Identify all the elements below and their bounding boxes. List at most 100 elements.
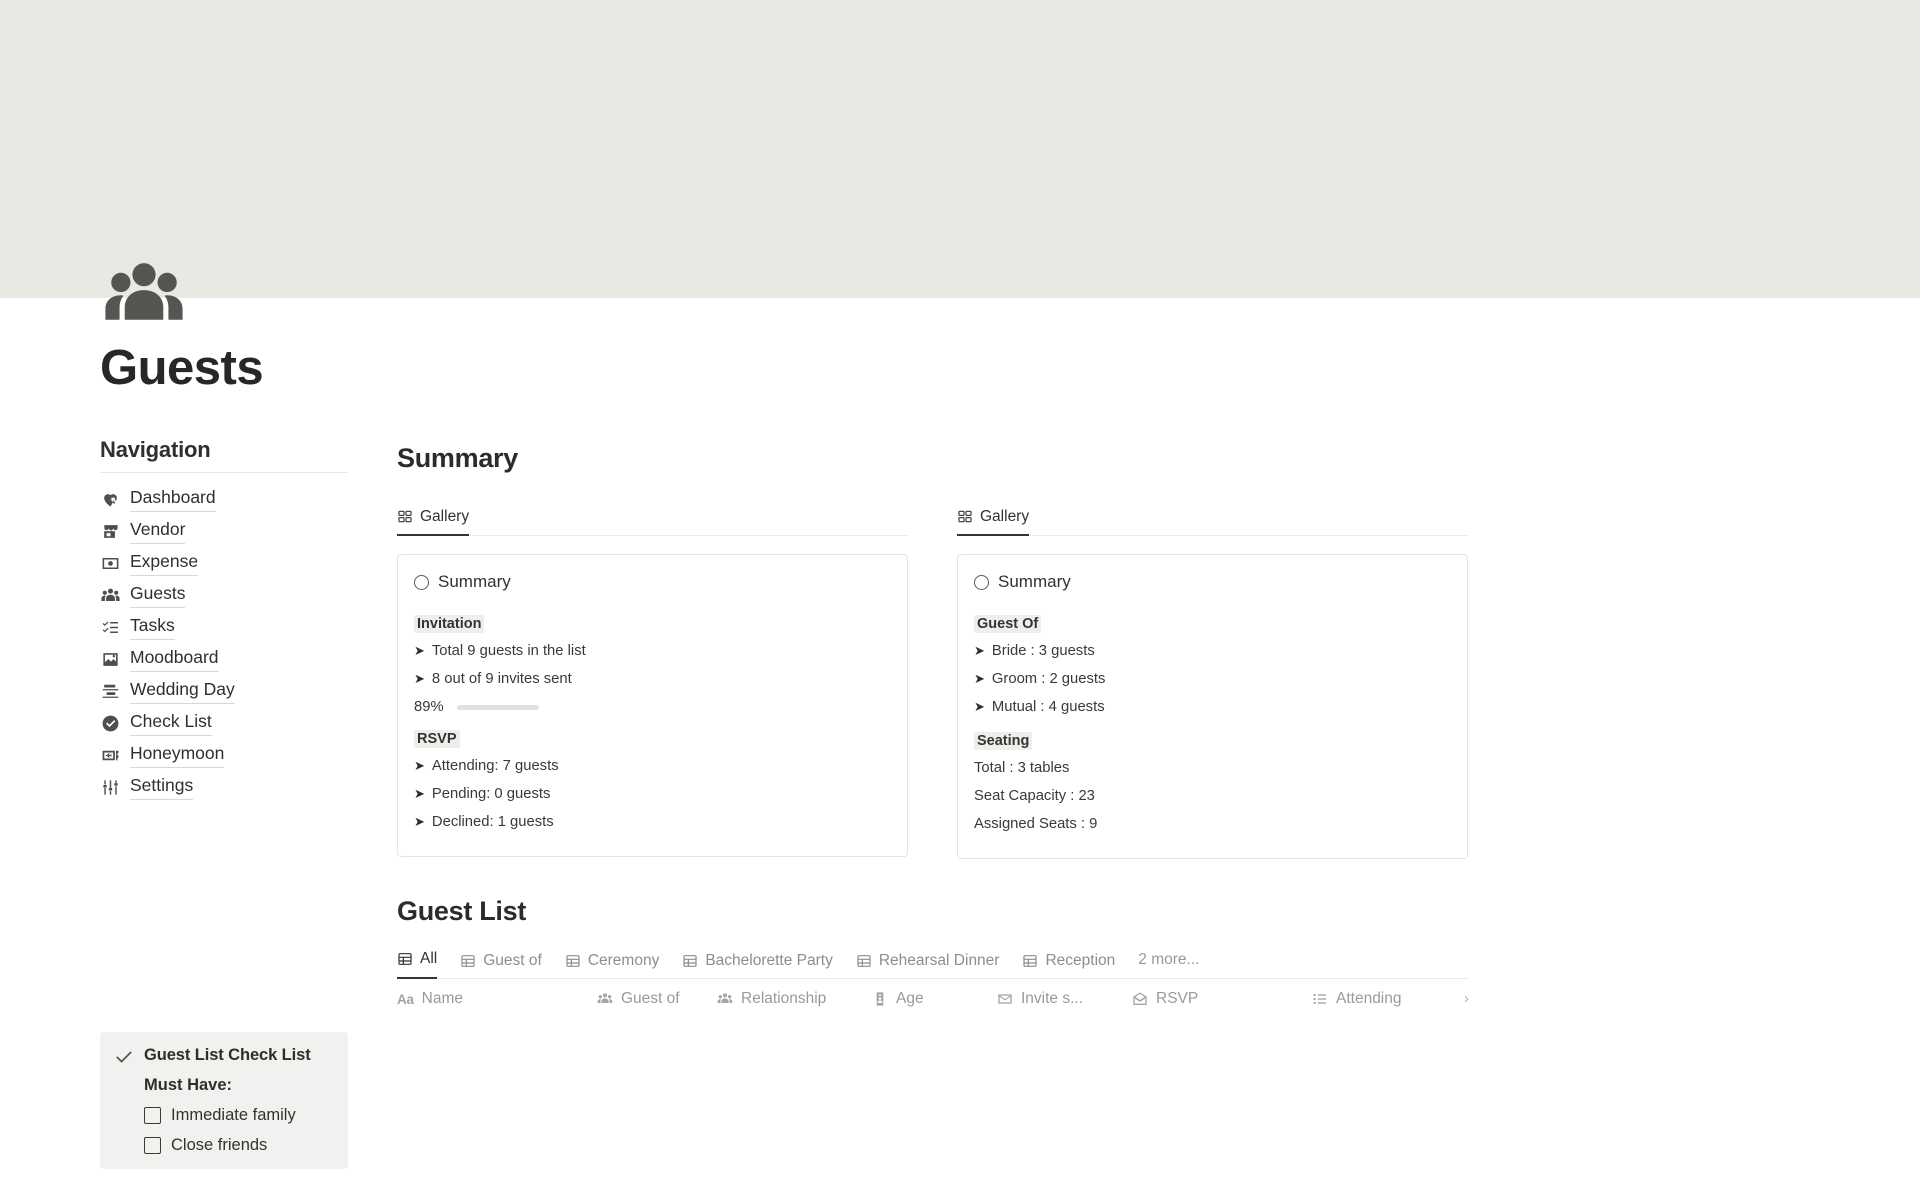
column-header-relationship[interactable]: Relationship	[717, 990, 872, 1008]
summary-gallery-left: Gallery Summary Invitation ➤ Total 9 gue…	[397, 503, 908, 859]
summary-line-text: Groom : 2 guests	[992, 671, 1106, 687]
progress-percent-label: 89%	[414, 699, 444, 715]
checklist-item[interactable]: Immediate family	[144, 1106, 334, 1125]
column-label: Name	[422, 990, 463, 1008]
summary-gallery-right: Gallery Summary Guest Of ➤ Bride : 3 gue…	[957, 503, 1468, 859]
text-aa-icon: Aa	[397, 992, 414, 1007]
people-group-icon	[102, 258, 186, 330]
tab-guest-of[interactable]: Guest of	[460, 952, 542, 979]
envelope-icon	[997, 991, 1013, 1007]
sidebar-item-honeymoon[interactable]: Honeymoon	[100, 739, 348, 771]
column-label: Attending	[1336, 990, 1402, 1008]
invites-progress: 89%	[414, 693, 891, 719]
column-header-name[interactable]: Aa Name	[397, 990, 597, 1008]
summary-line-text: Total 9 guests in the list	[432, 643, 586, 659]
timeline-icon	[100, 681, 121, 702]
navigation-divider	[100, 472, 348, 473]
tab-label: All	[420, 950, 437, 968]
group-tag-seating: Seating	[974, 732, 1032, 750]
summary-line-text: Attending: 7 guests	[432, 758, 559, 774]
tab-label: Bachelorette Party	[705, 952, 833, 970]
column-label: Guest of	[621, 990, 680, 1008]
summary-line: ➤ Bride : 3 guests	[974, 637, 1451, 665]
checklist-item[interactable]: Close friends	[144, 1136, 334, 1155]
sidebar-item-moodboard[interactable]: Moodboard	[100, 643, 348, 675]
page-title: Guests	[100, 340, 263, 396]
sidebar-item-label: Honeymoon	[130, 742, 224, 768]
tabs-more-button[interactable]: 2 more...	[1138, 951, 1199, 978]
sidebar-item-wedding-day[interactable]: Wedding Day	[100, 675, 348, 707]
checklist-icon	[100, 617, 121, 638]
checklist-subheading: Must Have:	[144, 1076, 334, 1095]
summary-line: ➤ Attending: 7 guests	[414, 752, 891, 780]
guest-list-section: Guest List All Guest of Ceremony	[397, 896, 1469, 1019]
sidebar-item-expense[interactable]: Expense	[100, 547, 348, 579]
column-header-age[interactable]: Age	[872, 990, 997, 1008]
checkbox-unchecked[interactable]	[144, 1137, 161, 1154]
tab-label: Reception	[1045, 952, 1115, 970]
sidebar-item-dashboard[interactable]: Dashboard	[100, 483, 348, 515]
column-header-guest-of[interactable]: Guest of	[597, 990, 717, 1008]
summary-line: ➤ Pending: 0 guests	[414, 780, 891, 808]
tab-ceremony[interactable]: Ceremony	[565, 952, 660, 979]
view-tabs: Gallery	[397, 503, 908, 536]
guest-list-title: Guest List	[397, 896, 1469, 927]
column-label: Invite s...	[1021, 990, 1083, 1008]
sidebar-item-label: Settings	[130, 774, 193, 800]
guest-list-view-tabs: All Guest of Ceremony Bachelorette Party	[397, 945, 1469, 979]
column-header-rsvp[interactable]: RSVP	[1132, 990, 1312, 1008]
checklist-title: Guest List Check List	[144, 1046, 311, 1065]
sidebar-item-guests[interactable]: Guests	[100, 579, 348, 611]
sidebar-item-settings[interactable]: Settings	[100, 771, 348, 803]
summary-line-text: Declined: 1 guests	[432, 814, 554, 830]
column-header-invite-sent[interactable]: Invite s...	[997, 990, 1132, 1008]
column-header-attending[interactable]: Attending	[1312, 990, 1472, 1008]
circle-icon	[414, 575, 429, 590]
tab-gallery[interactable]: Gallery	[397, 508, 469, 536]
table-icon	[856, 953, 872, 969]
checklist-item-label: Immediate family	[171, 1106, 296, 1125]
guest-list-checklist-callout: Guest List Check List Must Have: Immedia…	[100, 1032, 348, 1169]
tab-label: Gallery	[420, 508, 469, 526]
people-group-icon	[597, 991, 613, 1007]
sidebar-item-check-list[interactable]: Check List	[100, 707, 348, 739]
money-bill-icon	[100, 553, 121, 574]
summary-card[interactable]: Summary Invitation ➤ Total 9 guests in t…	[397, 554, 908, 857]
tab-all[interactable]: All	[397, 950, 437, 979]
arrow-bullet-icon: ➤	[414, 787, 425, 800]
check-circle-icon	[100, 713, 121, 734]
sidebar-item-label: Check List	[130, 710, 212, 736]
tab-label: Ceremony	[588, 952, 660, 970]
tab-bachelorette-party[interactable]: Bachelorette Party	[682, 952, 833, 979]
tab-reception[interactable]: Reception	[1022, 952, 1115, 979]
sidebar-item-tasks[interactable]: Tasks	[100, 611, 348, 643]
arrow-bullet-icon: ➤	[414, 644, 425, 657]
progress-track	[457, 705, 539, 710]
summary-line: Seat Capacity : 23	[974, 782, 1451, 810]
sliders-icon	[100, 777, 121, 798]
table-icon	[682, 953, 698, 969]
arrow-bullet-icon: ➤	[974, 644, 985, 657]
checkbox-unchecked[interactable]	[144, 1107, 161, 1124]
summary-line: ➤ Mutual : 4 guests	[974, 693, 1451, 721]
sidebar-item-label: Dashboard	[130, 486, 216, 512]
tab-rehearsal-dinner[interactable]: Rehearsal Dinner	[856, 952, 1000, 979]
column-label: RSVP	[1156, 990, 1198, 1008]
tab-label: Gallery	[980, 508, 1029, 526]
image-icon	[100, 649, 121, 670]
people-group-icon	[717, 991, 733, 1007]
summary-card[interactable]: Summary Guest Of ➤ Bride : 3 guests ➤ Gr…	[957, 554, 1468, 859]
table-icon	[565, 953, 581, 969]
table-icon	[1022, 953, 1038, 969]
plane-ticket-icon	[100, 745, 121, 766]
tab-gallery[interactable]: Gallery	[957, 508, 1029, 536]
id-badge-icon	[872, 991, 888, 1007]
sidebar-item-vendor[interactable]: Vendor	[100, 515, 348, 547]
view-tabs: Gallery	[957, 503, 1468, 536]
bullet-list-icon	[1312, 991, 1328, 1007]
table-icon	[460, 953, 476, 969]
group-tag-guest-of: Guest Of	[974, 615, 1041, 633]
sidebar-item-label: Wedding Day	[130, 678, 235, 704]
guest-list-column-headers: Aa Name Guest of Relationship Age	[397, 979, 1469, 1019]
scroll-right-arrow-icon[interactable]: ›	[1464, 990, 1469, 1007]
